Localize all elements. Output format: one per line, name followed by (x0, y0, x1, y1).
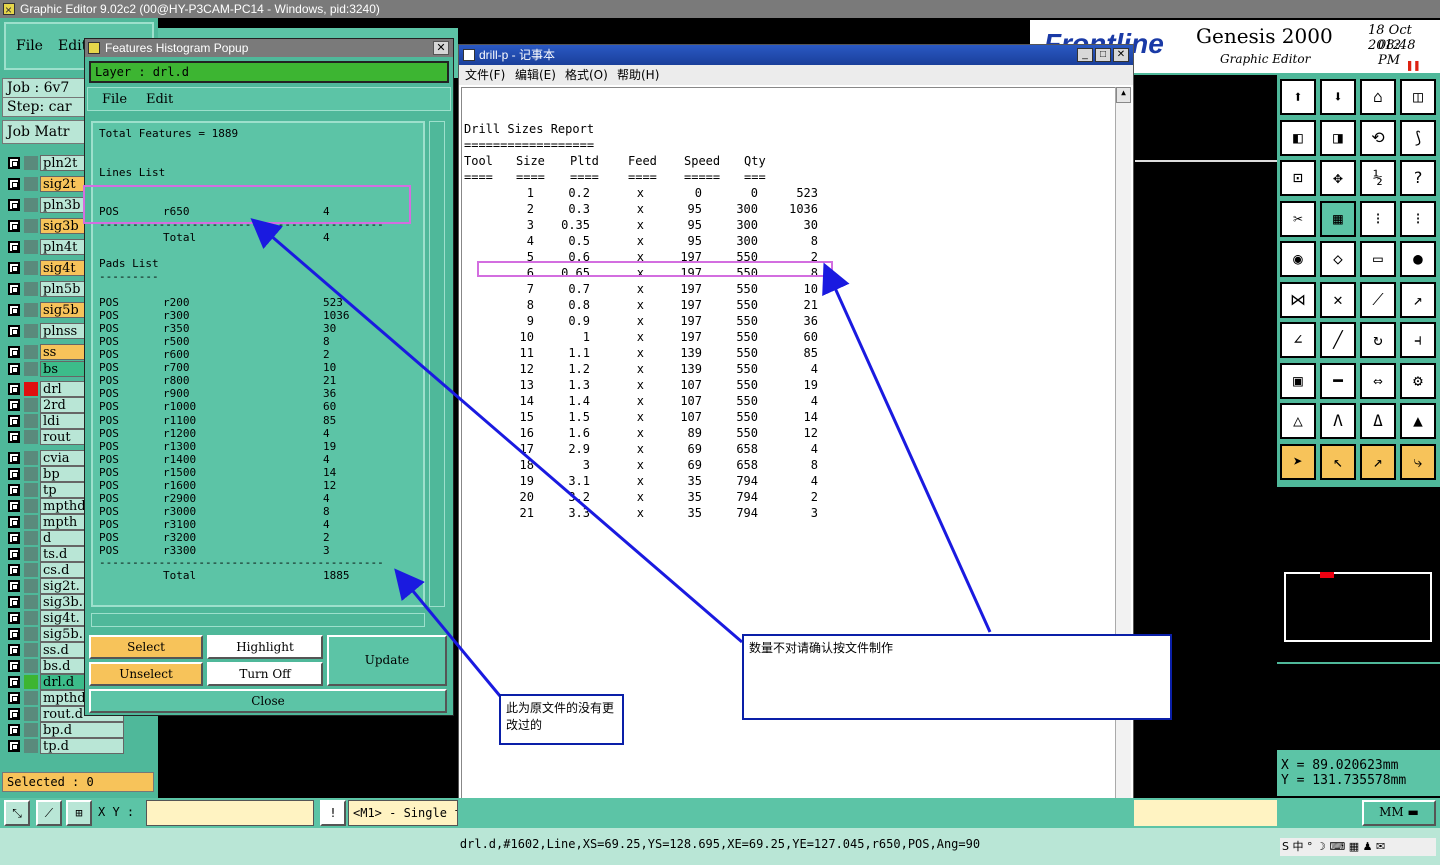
note-right: 数量不对请确认按文件制作 (742, 634, 1172, 720)
zoom-area-icon[interactable]: ⤡ (4, 800, 30, 826)
units-label: MM (1379, 805, 1404, 819)
annotation-arrows (250, 218, 992, 697)
measure-bottom-icon[interactable]: ⟋ (36, 800, 62, 826)
message-field-right (1134, 800, 1277, 826)
arrow-to-row6 (822, 262, 992, 633)
warning-icon[interactable]: ! (320, 800, 346, 826)
status-bar: drl.d,#1602,Line,XS=69.25,YS=128.695,XE=… (0, 828, 1440, 865)
note-left: 此为原文件的没有更改过的 (499, 694, 624, 745)
arrow-to-lines (250, 218, 743, 644)
snap-grid-icon[interactable]: ⊞ (66, 800, 92, 826)
arrow-to-total (394, 568, 502, 697)
xy-input[interactable] (146, 800, 314, 826)
units-button[interactable]: MM ▬ (1362, 800, 1436, 826)
ime-bar[interactable]: S 中 ° ☽ ⌨ ▦ ♟ ✉ (1280, 838, 1436, 856)
xy-label: X Y : (98, 805, 135, 819)
message-field: <M1> - Single f (348, 800, 458, 826)
